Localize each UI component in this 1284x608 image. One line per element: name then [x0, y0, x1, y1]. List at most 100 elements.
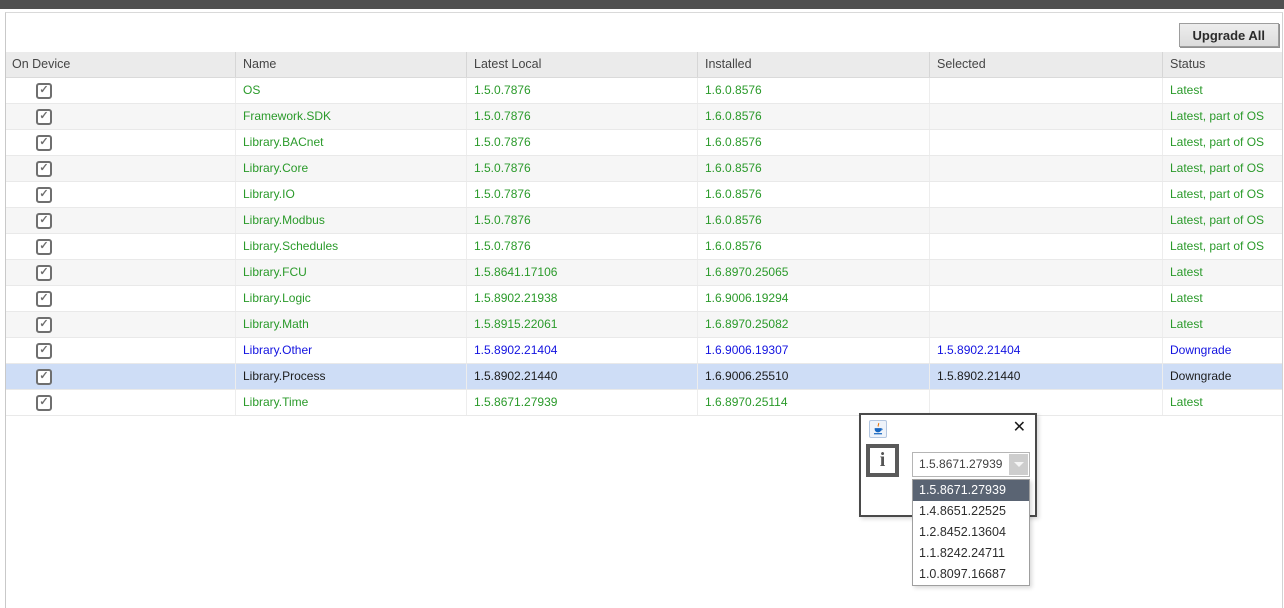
cell-on-device: ✓: [6, 260, 236, 285]
on-device-checkbox[interactable]: ✓: [36, 395, 52, 411]
table-row[interactable]: ✓ Library.Time 1.5.8671.27939 1.6.8970.2…: [6, 390, 1282, 416]
cell-installed: 1.6.0.8576: [698, 104, 930, 129]
on-device-checkbox[interactable]: ✓: [36, 291, 52, 307]
cell-on-device: ✓: [6, 364, 236, 389]
cell-selected: [930, 260, 1163, 285]
cell-on-device: ✓: [6, 130, 236, 155]
table-row[interactable]: ✓ Library.IO 1.5.0.7876 1.6.0.8576 Lates…: [6, 182, 1282, 208]
cell-status: Latest, part of OS: [1163, 104, 1282, 129]
cell-name: Library.Logic: [236, 286, 467, 311]
col-header-selected: Selected: [930, 52, 1163, 77]
cell-latest-local: 1.5.0.7876: [467, 182, 698, 207]
table-row[interactable]: ✓ Library.Modbus 1.5.0.7876 1.6.0.8576 L…: [6, 208, 1282, 234]
toolbar: Upgrade All: [6, 13, 1282, 52]
chevron-down-icon: [1014, 462, 1024, 467]
cell-latest-local: 1.5.0.7876: [467, 208, 698, 233]
on-device-checkbox[interactable]: ✓: [36, 343, 52, 359]
cell-latest-local: 1.5.8902.21404: [467, 338, 698, 363]
on-device-checkbox[interactable]: ✓: [36, 369, 52, 385]
on-device-checkbox[interactable]: ✓: [36, 265, 52, 281]
on-device-checkbox[interactable]: ✓: [36, 83, 52, 99]
table-row[interactable]: ✓ OS 1.5.0.7876 1.6.0.8576 Latest: [6, 78, 1282, 104]
cell-on-device: ✓: [6, 312, 236, 337]
cell-status: Latest: [1163, 260, 1282, 285]
cell-installed: 1.6.9006.19294: [698, 286, 930, 311]
cell-installed: 1.6.8970.25082: [698, 312, 930, 337]
on-device-checkbox[interactable]: ✓: [36, 161, 52, 177]
cell-selected: [930, 286, 1163, 311]
checkmark-icon: ✓: [39, 189, 48, 200]
cell-on-device: ✓: [6, 338, 236, 363]
col-header-status: Status: [1163, 52, 1282, 77]
checkmark-icon: ✓: [39, 241, 48, 252]
on-device-checkbox[interactable]: ✓: [36, 135, 52, 151]
cell-installed: 1.6.0.8576: [698, 208, 930, 233]
table-row[interactable]: ✓ Library.Schedules 1.5.0.7876 1.6.0.857…: [6, 234, 1282, 260]
cell-status: Latest: [1163, 312, 1282, 337]
cell-installed: 1.6.0.8576: [698, 156, 930, 181]
cell-on-device: ✓: [6, 156, 236, 181]
cell-installed: 1.6.0.8576: [698, 130, 930, 155]
cell-name: Library.Process: [236, 364, 467, 389]
table-row[interactable]: ✓ Library.BACnet 1.5.0.7876 1.6.0.8576 L…: [6, 130, 1282, 156]
version-option[interactable]: 1.2.8452.13604: [913, 522, 1029, 543]
cell-latest-local: 1.5.8902.21440: [467, 364, 698, 389]
cell-name: Framework.SDK: [236, 104, 467, 129]
cell-installed: 1.6.8970.25114: [698, 390, 930, 415]
on-device-checkbox[interactable]: ✓: [36, 109, 52, 125]
cell-on-device: ✓: [6, 390, 236, 415]
cell-selected: [930, 182, 1163, 207]
checkmark-icon: ✓: [39, 85, 48, 96]
cell-on-device: ✓: [6, 104, 236, 129]
combobox-dropdown-button[interactable]: [1009, 454, 1028, 475]
col-header-installed: Installed: [698, 52, 930, 77]
cell-selected: [930, 208, 1163, 233]
on-device-checkbox[interactable]: ✓: [36, 187, 52, 203]
cell-latest-local: 1.5.0.7876: [467, 156, 698, 181]
cell-on-device: ✓: [6, 286, 236, 311]
checkmark-icon: ✓: [39, 319, 48, 330]
cell-status: Latest, part of OS: [1163, 208, 1282, 233]
on-device-checkbox[interactable]: ✓: [36, 213, 52, 229]
version-option[interactable]: 1.5.8671.27939: [913, 480, 1029, 501]
cell-selected: 1.5.8902.21440: [930, 364, 1163, 389]
cell-selected: [930, 104, 1163, 129]
checkmark-icon: ✓: [39, 397, 48, 408]
table-row[interactable]: ✓ Library.FCU 1.5.8641.17106 1.6.8970.25…: [6, 260, 1282, 286]
table-row[interactable]: ✓ Library.Core 1.5.0.7876 1.6.0.8576 Lat…: [6, 156, 1282, 182]
cell-latest-local: 1.5.8641.17106: [467, 260, 698, 285]
version-option[interactable]: 1.4.8651.22525: [913, 501, 1029, 522]
cell-status: Downgrade: [1163, 364, 1282, 389]
version-combobox[interactable]: 1.5.8671.27939: [912, 452, 1030, 477]
upgrade-all-button[interactable]: Upgrade All: [1179, 23, 1279, 47]
table-row[interactable]: ✓ Library.Logic 1.5.8902.21938 1.6.9006.…: [6, 286, 1282, 312]
table-row[interactable]: ✓ Library.Other 1.5.8902.21404 1.6.9006.…: [6, 338, 1282, 364]
cell-name: Library.Other: [236, 338, 467, 363]
cell-on-device: ✓: [6, 78, 236, 103]
version-option[interactable]: 1.1.8242.24711: [913, 543, 1029, 564]
cell-name: Library.Math: [236, 312, 467, 337]
table-row[interactable]: ✓ Library.Process 1.5.8902.21440 1.6.900…: [6, 364, 1282, 390]
cell-name: Library.Core: [236, 156, 467, 181]
close-icon[interactable]: ✕: [1013, 418, 1026, 437]
on-device-checkbox[interactable]: ✓: [36, 239, 52, 255]
cell-status: Latest: [1163, 78, 1282, 103]
on-device-checkbox[interactable]: ✓: [36, 317, 52, 333]
update-panel: Upgrade All On Device Name Latest Local …: [5, 12, 1283, 608]
cell-on-device: ✓: [6, 182, 236, 207]
checkmark-icon: ✓: [39, 163, 48, 174]
cell-latest-local: 1.5.0.7876: [467, 130, 698, 155]
table-row[interactable]: ✓ Library.Math 1.5.8915.22061 1.6.8970.2…: [6, 312, 1282, 338]
version-option[interactable]: 1.0.8097.16687: [913, 564, 1029, 585]
cell-on-device: ✓: [6, 208, 236, 233]
cell-selected: [930, 130, 1163, 155]
cell-status: Latest, part of OS: [1163, 156, 1282, 181]
table-body: ✓ OS 1.5.0.7876 1.6.0.8576 Latest ✓ Fram…: [6, 78, 1282, 416]
cell-status: Latest: [1163, 286, 1282, 311]
info-icon: i: [866, 444, 899, 477]
cell-latest-local: 1.5.0.7876: [467, 234, 698, 259]
table-row[interactable]: ✓ Framework.SDK 1.5.0.7876 1.6.0.8576 La…: [6, 104, 1282, 130]
checkmark-icon: ✓: [39, 215, 48, 226]
cell-selected: [930, 234, 1163, 259]
checkmark-icon: ✓: [39, 137, 48, 148]
